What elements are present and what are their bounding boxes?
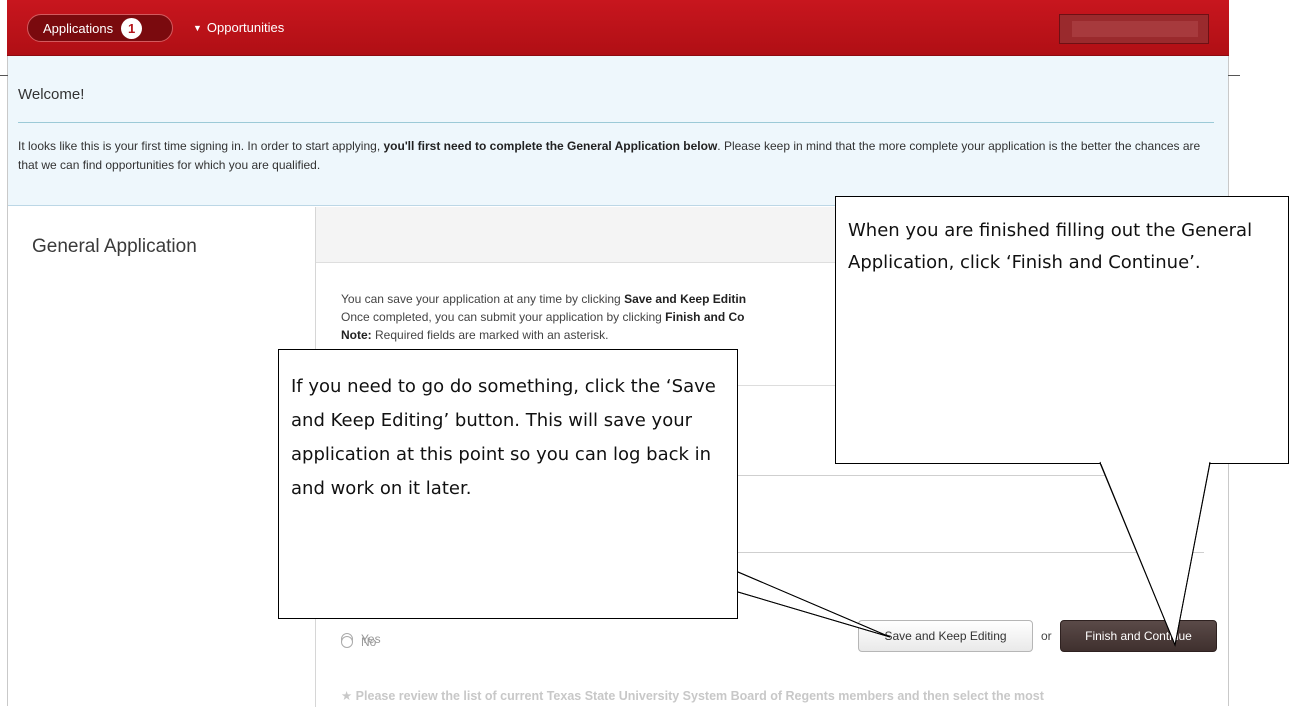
page-rule-right [1228,75,1240,76]
welcome-divider [18,122,1214,123]
save-and-keep-editing-button[interactable]: Save and Keep Editing [858,620,1033,652]
top-nav-bar: Applications 1 ▼ Opportunities [7,0,1229,56]
callout-save-instructions: If you need to go do something, click th… [278,349,738,619]
note-label: Note: [341,328,372,342]
welcome-message: It looks like this is your first time si… [18,137,1208,175]
intro-line-submit: Once completed, you can submit your appl… [341,308,746,326]
welcome-text-part1: It looks like this is your first time si… [18,139,384,153]
welcome-text-bold: you'll first need to complete the Genera… [383,139,718,153]
nav-opportunities-label: Opportunities [206,20,285,35]
radio-circle-icon [341,636,353,648]
intro-line2-bold: Finish and Co [665,310,745,324]
radio-no-label: No [361,635,377,649]
or-separator: or [1041,629,1052,643]
form-field-border [716,552,1204,553]
radio-option-no[interactable]: No [341,635,376,649]
intro-line1-bold: Save and Keep Editin [624,292,747,306]
nav-applications-label: Applications [43,20,114,36]
caret-down-icon: ▼ [193,22,202,33]
user-name-redacted [1072,21,1198,37]
note-text: Required fields are marked with an aster… [371,328,609,342]
page-rule-left [0,75,8,76]
form-intro: You can save your application at any tim… [341,290,746,344]
welcome-panel: Welcome! It looks like this is your firs… [8,56,1228,206]
callout-finish-instructions: When you are finished filling out the Ge… [835,196,1289,464]
form-field-border [716,475,1204,476]
sidebar-title: General Application [32,236,197,257]
regents-question-text: ★ Please review the list of current Texa… [341,689,1044,703]
required-note: Note: Required fields are marked with an… [341,326,746,344]
user-account-box[interactable] [1059,14,1209,44]
finish-and-continue-button[interactable]: Finish and Continue [1060,620,1217,652]
applications-count-badge: 1 [121,17,143,39]
intro-line-save: You can save your application at any tim… [341,290,746,308]
welcome-title: Welcome! [18,86,85,103]
intro-line1-text: You can save your application at any tim… [341,292,625,306]
intro-line2-text: Once completed, you can submit your appl… [341,310,666,324]
nav-applications-button[interactable]: Applications 1 [27,14,173,42]
nav-opportunities-menu[interactable]: ▼ Opportunities [193,20,284,35]
